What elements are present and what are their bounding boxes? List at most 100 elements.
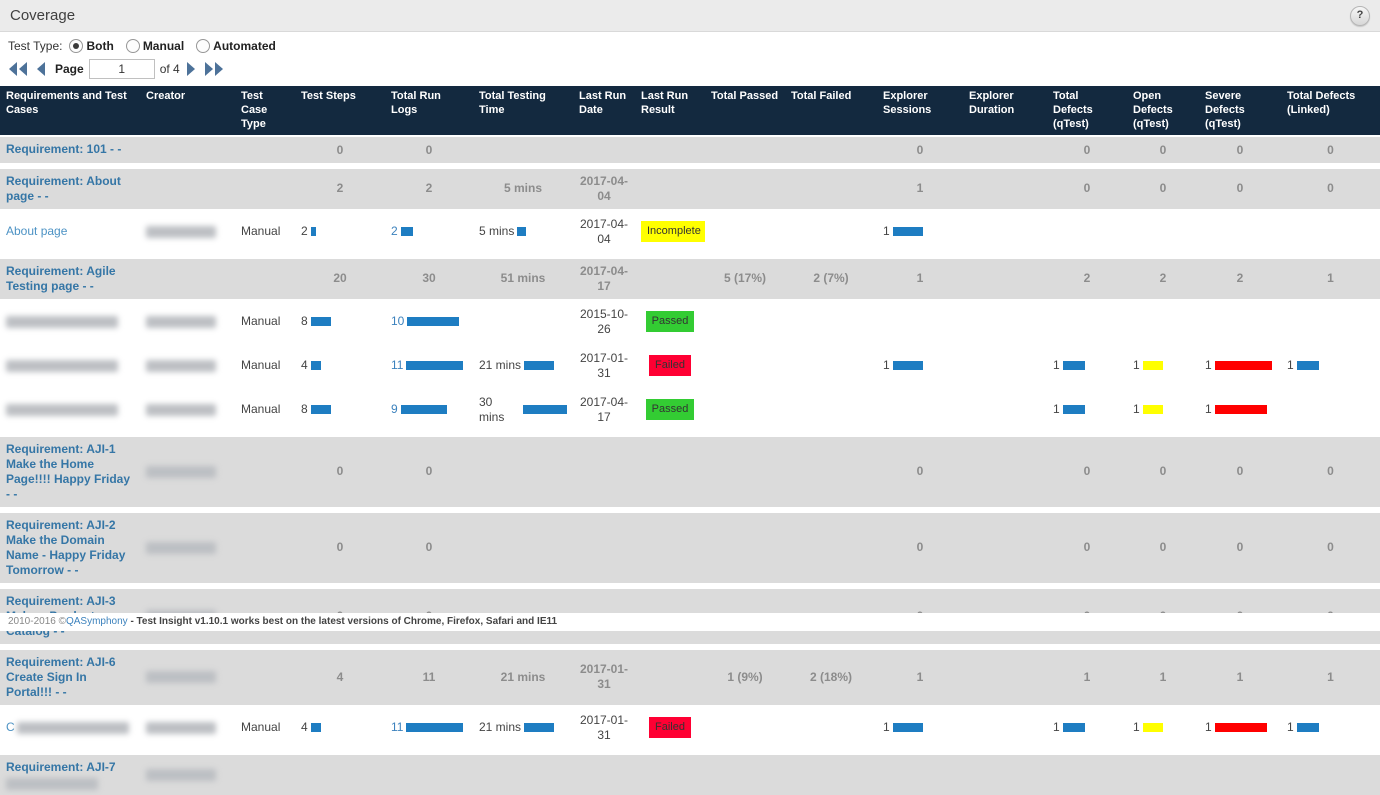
cell-test-steps: 8 bbox=[301, 402, 308, 417]
value-bar bbox=[517, 227, 526, 236]
prev-page-button[interactable] bbox=[35, 61, 47, 77]
cell-total-defects-qtest: 0 bbox=[1084, 540, 1091, 555]
cell-explorer-sessions: 0 bbox=[917, 464, 924, 479]
cell-total-run-logs: 0 bbox=[426, 464, 433, 479]
requirement-link[interactable]: Requirement: About page - - bbox=[6, 174, 121, 203]
last-run-result-badge: Incomplete bbox=[641, 221, 705, 243]
cell-open-defects-qtest: 1 bbox=[1160, 670, 1167, 685]
cell-last-run-date: 2017-01-31 bbox=[579, 713, 629, 743]
first-page-button[interactable] bbox=[8, 61, 30, 77]
redacted-text bbox=[146, 466, 216, 478]
cell-test-steps: 2 bbox=[337, 181, 344, 196]
table-header-row: Requirements and Test CasesCreatorTest C… bbox=[0, 86, 1380, 135]
radio-icon-manual[interactable] bbox=[126, 39, 140, 53]
cell-test-steps: 20 bbox=[333, 271, 346, 286]
testcase-link[interactable]: About page bbox=[6, 224, 67, 238]
cell-open-defects-qtest: 1 bbox=[1133, 358, 1140, 373]
cell-total-run-logs[interactable]: 9 bbox=[391, 402, 398, 417]
value-bar bbox=[893, 361, 923, 370]
cell-total-run-logs[interactable]: 2 bbox=[391, 224, 398, 239]
cell-last-run-date: 2015-10-26 bbox=[579, 307, 629, 337]
testcase-link[interactable]: C bbox=[6, 720, 15, 734]
radio-option-automated[interactable]: Automated bbox=[196, 39, 276, 53]
requirement-row: Requirement: AJI-7 bbox=[0, 749, 1380, 795]
value-bar bbox=[311, 361, 321, 370]
value-bar bbox=[406, 361, 463, 370]
last-run-result-badge: Failed bbox=[649, 717, 691, 739]
test-case-type-value: Manual bbox=[241, 224, 280, 238]
footer-version-text: - Test Insight v1.10.1 works best on the… bbox=[128, 616, 557, 627]
creator-cell bbox=[140, 507, 235, 583]
radio-option-manual[interactable]: Manual bbox=[126, 39, 184, 53]
cell-severe-defects-qtest: 0 bbox=[1237, 540, 1244, 555]
value-bar bbox=[311, 227, 316, 236]
footer-company-link[interactable]: QASymphony bbox=[66, 616, 128, 627]
column-header-7: Last Run Result bbox=[635, 86, 705, 135]
cell-last-run-date: 2017-04-17 bbox=[579, 395, 629, 425]
column-header-10: Explorer Sessions bbox=[877, 86, 963, 135]
value-bar bbox=[1063, 405, 1085, 414]
cell-total-run-logs[interactable]: 11 bbox=[391, 720, 403, 735]
value-bar bbox=[311, 405, 331, 414]
cell-test-steps: 4 bbox=[301, 720, 308, 735]
creator-cell bbox=[140, 163, 235, 209]
help-icon[interactable]: ? bbox=[1350, 6, 1370, 26]
value-bar bbox=[407, 317, 459, 326]
requirement-link[interactable]: Requirement: AJI-7 bbox=[6, 760, 116, 774]
redacted-text bbox=[146, 404, 216, 416]
radio-icon-automated[interactable] bbox=[196, 39, 210, 53]
cell-total-defects-linked: 1 bbox=[1327, 670, 1334, 685]
cell-total-run-logs[interactable]: 10 bbox=[391, 314, 404, 329]
footer-copyright: 2010-2016 © bbox=[8, 616, 66, 627]
cell-total-defects-qtest: 1 bbox=[1053, 402, 1060, 417]
cell-open-defects-qtest: 2 bbox=[1160, 271, 1167, 286]
creator-cell bbox=[140, 299, 235, 343]
cell-explorer-sessions: 1 bbox=[883, 224, 890, 239]
last-page-button[interactable] bbox=[202, 61, 224, 77]
cell-total-defects-linked: 1 bbox=[1327, 271, 1334, 286]
creator-cell bbox=[140, 705, 235, 749]
value-bar bbox=[1063, 723, 1085, 732]
testcase-row: CManual41121 mins2017-01-31Failed11111 bbox=[0, 705, 1380, 749]
cell-open-defects-qtest: 0 bbox=[1160, 540, 1167, 555]
radio-label-manual: Manual bbox=[143, 39, 184, 53]
page-input[interactable] bbox=[89, 59, 155, 79]
testcase-row: About pageManual225 mins2017-04-04Incomp… bbox=[0, 209, 1380, 253]
double-left-arrow-icon bbox=[8, 61, 30, 77]
last-run-result-badge: Passed bbox=[646, 311, 695, 333]
cell-total-run-logs[interactable]: 11 bbox=[391, 358, 403, 373]
cell-total-defects-linked: 0 bbox=[1327, 464, 1334, 479]
requirement-row: Requirement: AJI-6 Create Sign In Portal… bbox=[0, 644, 1380, 705]
redacted-text bbox=[6, 778, 98, 790]
cell-last-run-date: 2017-04-04 bbox=[579, 217, 629, 247]
next-page-button[interactable] bbox=[185, 61, 197, 77]
requirement-link[interactable]: Requirement: Agile Testing page - - bbox=[6, 264, 116, 293]
value-bar bbox=[893, 723, 923, 732]
cell-total-defects-linked: 0 bbox=[1327, 143, 1334, 158]
cell-total-testing-time: 5 mins bbox=[504, 181, 542, 196]
value-bar bbox=[1215, 723, 1267, 732]
cell-total-failed: 2 (18%) bbox=[810, 670, 852, 685]
cell-open-defects-qtest: 0 bbox=[1160, 464, 1167, 479]
column-header-11: Explorer Duration bbox=[963, 86, 1047, 135]
cell-test-steps: 8 bbox=[301, 314, 308, 329]
radio-icon-both[interactable] bbox=[69, 39, 83, 53]
cell-total-testing-time: 21 mins bbox=[479, 358, 521, 373]
redacted-text bbox=[146, 360, 216, 372]
column-header-12: Total Defects (qTest) bbox=[1047, 86, 1127, 135]
cell-total-defects-qtest: 0 bbox=[1084, 464, 1091, 479]
cell-total-defects-linked: 0 bbox=[1327, 181, 1334, 196]
requirement-link[interactable]: Requirement: 101 - - bbox=[6, 142, 121, 156]
cell-explorer-sessions: 1 bbox=[883, 358, 890, 373]
requirement-link[interactable]: Requirement: AJI-1 Make the Home Page!!!… bbox=[6, 442, 130, 501]
requirement-link[interactable]: Requirement: AJI-2 Make the Domain Name … bbox=[6, 518, 125, 577]
radio-option-both[interactable]: Both bbox=[69, 39, 113, 53]
cell-total-testing-time: 51 mins bbox=[501, 271, 546, 286]
title-bar: Coverage ? bbox=[0, 0, 1380, 32]
test-type-label: Test Type: bbox=[8, 39, 62, 53]
value-bar bbox=[1215, 361, 1272, 370]
requirement-row: Requirement: 101 - -0000000 bbox=[0, 135, 1380, 162]
cell-severe-defects-qtest: 0 bbox=[1237, 464, 1244, 479]
value-bar bbox=[523, 405, 567, 414]
requirement-link[interactable]: Requirement: AJI-6 Create Sign In Portal… bbox=[6, 655, 116, 699]
